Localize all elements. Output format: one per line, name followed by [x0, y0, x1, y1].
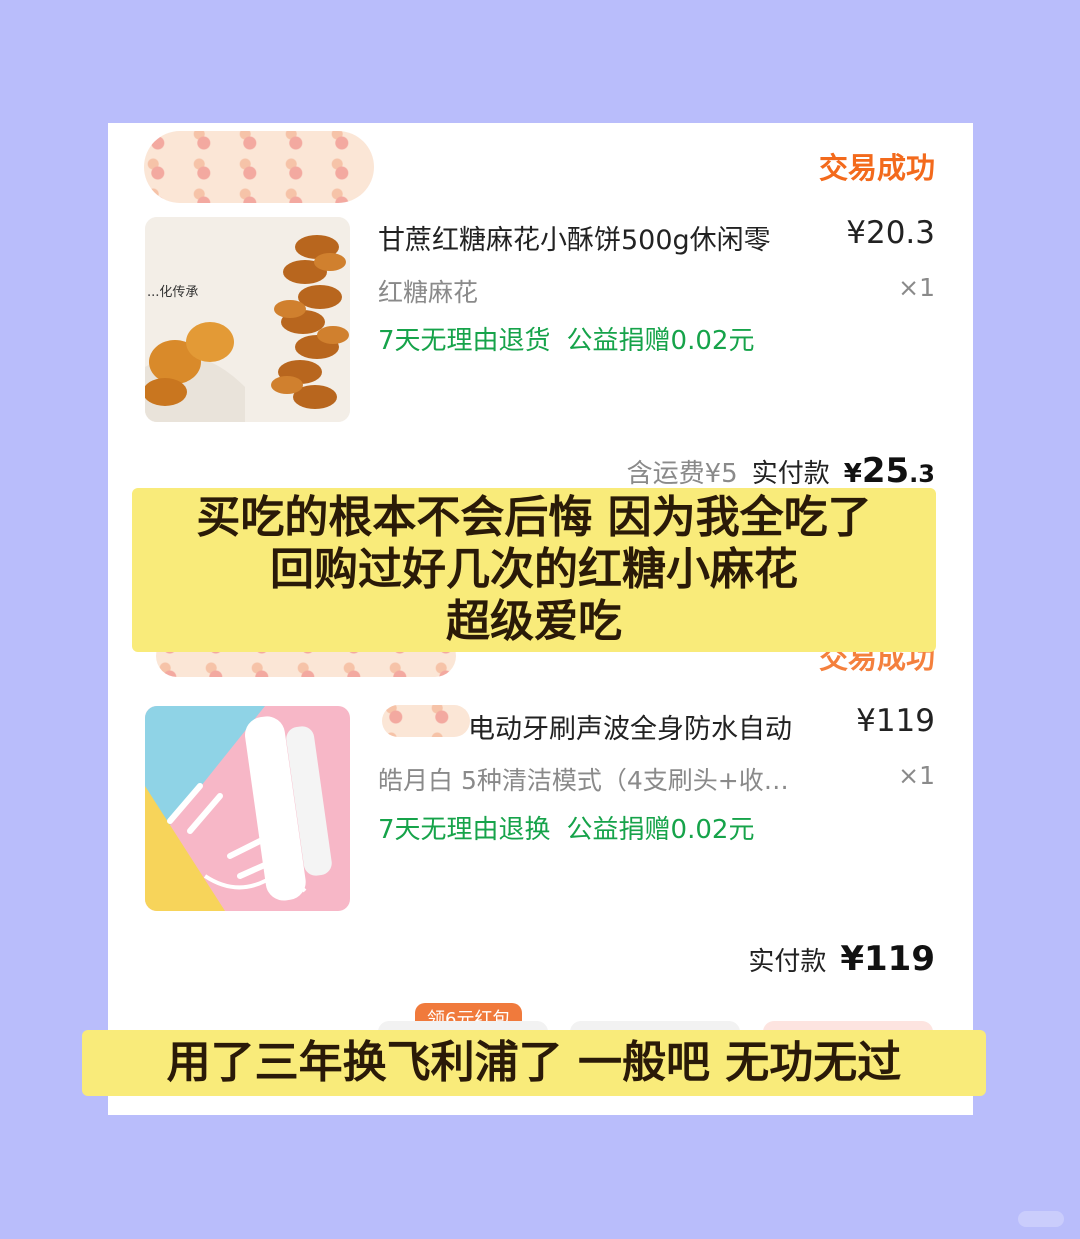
paid-amount: ¥119 — [840, 939, 935, 979]
watermark — [1018, 1211, 1064, 1227]
product-price: ¥20.3 — [846, 215, 935, 251]
shop-name-sticker — [144, 131, 374, 203]
order-total: 含运费¥5 实付款 ¥25.3 — [627, 451, 935, 491]
order-total: 实付款 ¥119 — [748, 939, 935, 979]
product-image-caption: ...化传承 — [147, 285, 199, 300]
product-spec: 皓月白 5种清洁模式（4支刷头+收… — [378, 766, 789, 795]
return-policy-tag: 7天无理由退换 — [378, 815, 551, 845]
product-image-mahua[interactable]: ...化传承 — [145, 217, 350, 422]
product-title[interactable]: 甘蔗红糖麻花小酥饼500g休闲零 — [378, 218, 771, 257]
paid-label: 实付款 — [748, 947, 827, 977]
mahua-illustration — [145, 217, 350, 422]
service-tags: 7天无理由退换 公益捐赠0.02元 — [378, 809, 754, 846]
paid-amount: ¥25.3 — [844, 451, 935, 491]
product-price: ¥119 — [856, 703, 935, 739]
caption-line: 买吃的根本不会后悔 因为我全吃了 — [196, 492, 872, 543]
caption-banner-top: 买吃的根本不会后悔 因为我全吃了 回购过好几次的红糖小麻花 超级爱吃 — [132, 488, 936, 652]
product-image-toothbrush[interactable] — [145, 706, 350, 911]
caption-line: 回购过好几次的红糖小麻花 — [270, 544, 798, 595]
caption-banner-bottom: 用了三年换飞利浦了 一般吧 无功无过 — [82, 1030, 986, 1096]
paid-decimal: .3 — [909, 460, 935, 488]
product-spec: 红糖麻花 — [378, 278, 479, 307]
shop-name-sticker — [382, 705, 470, 737]
product-title[interactable]: 电动牙刷声波全身防水自动 — [468, 707, 792, 746]
product-quantity: ×1 — [898, 761, 935, 790]
paid-currency: ¥ — [843, 459, 862, 489]
toothbrush-illustration — [145, 706, 350, 911]
charity-tag: 公益捐赠0.02元 — [566, 326, 755, 356]
product-quantity: ×1 — [898, 273, 935, 302]
return-policy-tag: 7天无理由退货 — [378, 326, 551, 356]
caption-line: 超级爱吃 — [446, 596, 622, 647]
order-status: 交易成功 — [818, 151, 935, 185]
charity-tag: 公益捐赠0.02元 — [566, 815, 755, 845]
paid-main: 25 — [861, 451, 910, 491]
paid-label: 实付款 — [751, 459, 830, 489]
service-tags: 7天无理由退货 公益捐赠0.02元 — [378, 320, 754, 357]
shipping-fee: 含运费¥5 — [626, 459, 738, 489]
